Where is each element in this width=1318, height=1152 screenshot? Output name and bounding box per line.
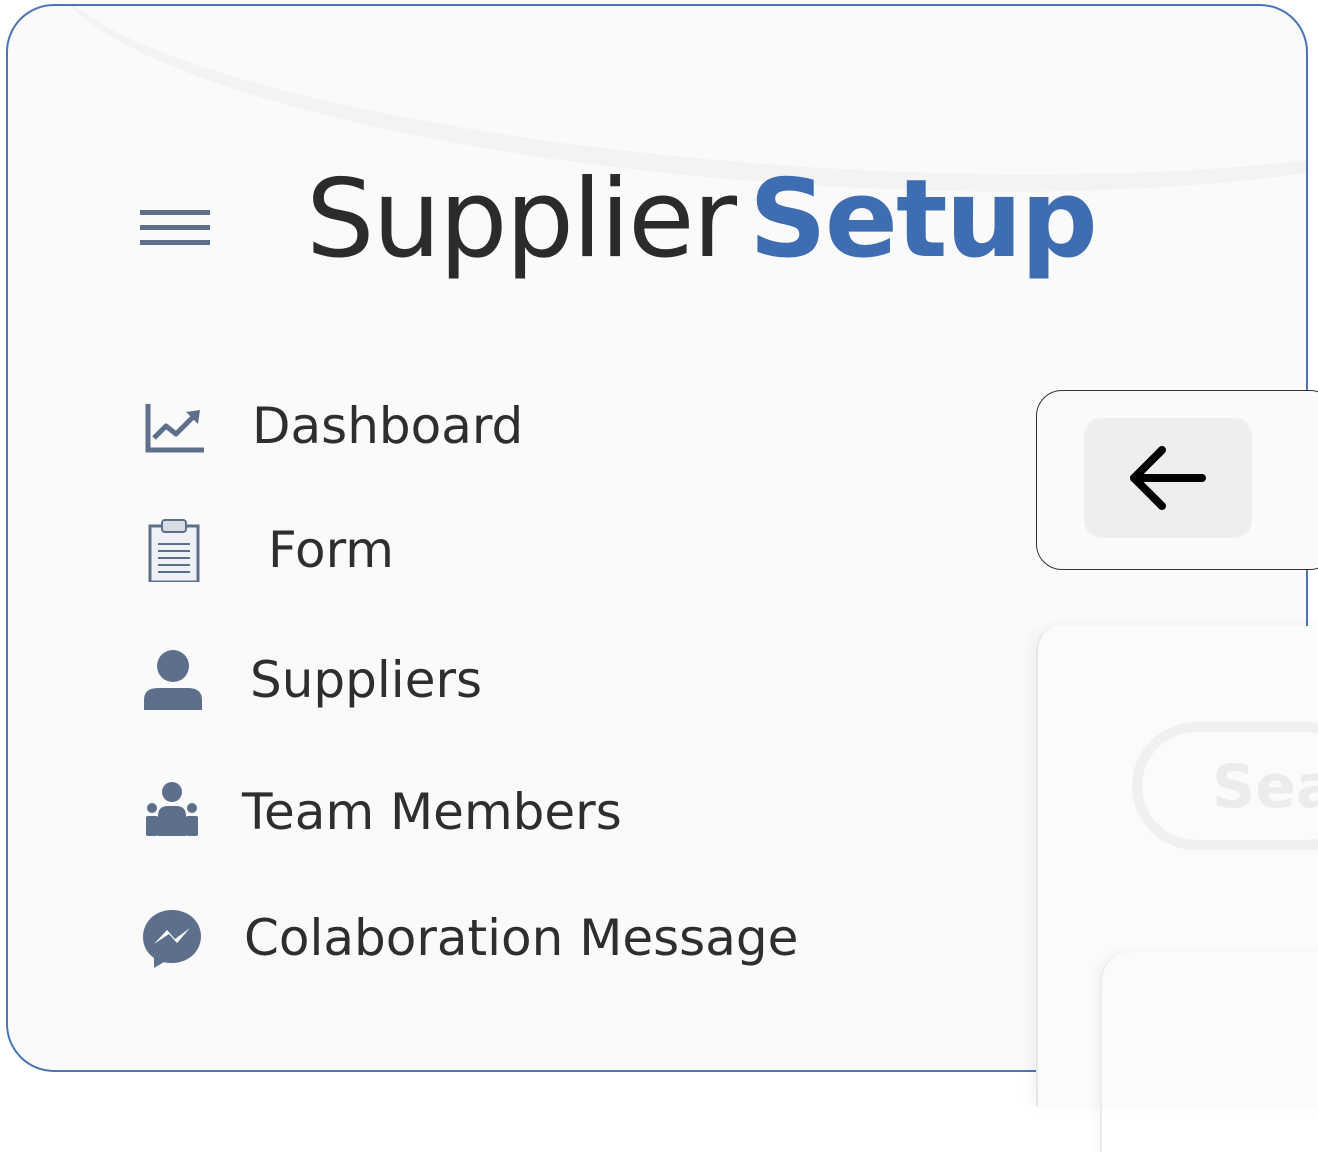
clipboard-icon: [140, 518, 204, 584]
user-icon: [140, 648, 204, 712]
sidebar-item-dashboard[interactable]: Dashboard: [134, 386, 894, 466]
sidebar-item-label: Team Members: [242, 783, 622, 841]
sidebar-item-team-members[interactable]: Team Members: [134, 772, 894, 852]
chart-line-icon: [140, 394, 204, 458]
sidebar-item-suppliers[interactable]: Suppliers: [134, 640, 894, 720]
sidebar-item-label: Colaboration Message: [244, 909, 799, 967]
back-button[interactable]: [1084, 418, 1252, 538]
sidebar-item-colaboration-message[interactable]: Colaboration Message: [134, 898, 894, 978]
page-title: Supplier Setup: [306, 150, 1098, 290]
content-card: [1100, 952, 1318, 1152]
sidebar-item-label: Dashboard: [252, 397, 524, 455]
sidebar-item-label: Suppliers: [250, 651, 483, 709]
messenger-icon: [140, 906, 204, 970]
hamburger-icon[interactable]: [140, 206, 210, 248]
search-placeholder: Sea: [1212, 752, 1318, 822]
sidebar-item-label: Form: [268, 521, 394, 579]
title-word-supplier: Supplier: [306, 157, 737, 282]
team-icon: [140, 780, 204, 844]
search-input[interactable]: Sea: [1132, 722, 1318, 850]
arrow-left-icon: [1130, 446, 1206, 510]
sidebar-item-form[interactable]: Form: [134, 510, 894, 590]
title-word-setup: Setup: [748, 157, 1098, 282]
